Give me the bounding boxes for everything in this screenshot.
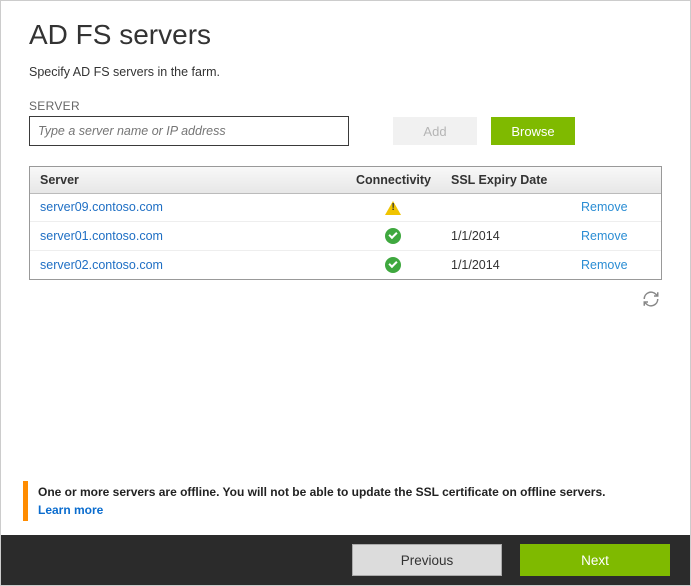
add-button: Add — [393, 117, 477, 145]
page-subtitle: Specify AD FS servers in the farm. — [29, 65, 662, 79]
table-row: server09.contoso.com Remove — [30, 194, 661, 222]
next-button[interactable]: Next — [520, 544, 670, 576]
learn-more-link[interactable]: Learn more — [38, 503, 103, 517]
server-table: Server Connectivity SSL Expiry Date serv… — [29, 166, 662, 280]
remove-link[interactable]: Remove — [581, 200, 628, 214]
table-row: server02.contoso.com 1/1/2014 Remove — [30, 250, 661, 279]
ssl-date — [441, 194, 571, 222]
server-link[interactable]: server09.contoso.com — [40, 200, 163, 214]
browse-button[interactable]: Browse — [491, 117, 575, 145]
col-header-ssl: SSL Expiry Date — [441, 167, 571, 194]
server-field-label: SERVER — [29, 99, 662, 113]
remove-link[interactable]: Remove — [581, 229, 628, 243]
refresh-icon[interactable] — [642, 290, 660, 308]
server-input[interactable] — [29, 116, 349, 146]
ssl-date: 1/1/2014 — [441, 221, 571, 250]
wizard-footer: Previous Next — [1, 535, 690, 585]
col-header-connectivity: Connectivity — [346, 167, 441, 194]
server-link[interactable]: server01.contoso.com — [40, 229, 163, 243]
page-title: AD FS servers — [29, 19, 662, 51]
server-link[interactable]: server02.contoso.com — [40, 258, 163, 272]
col-header-server: Server — [30, 167, 346, 194]
warning-icon — [385, 201, 401, 215]
alert-text: One or more servers are offline. You wil… — [38, 483, 660, 501]
table-row: server01.contoso.com 1/1/2014 Remove — [30, 221, 661, 250]
remove-link[interactable]: Remove — [581, 258, 628, 272]
ssl-date: 1/1/2014 — [441, 250, 571, 279]
warning-alert: One or more servers are offline. You wil… — [23, 481, 668, 521]
col-header-action — [571, 167, 661, 194]
check-icon — [385, 257, 401, 273]
previous-button[interactable]: Previous — [352, 544, 502, 576]
check-icon — [385, 228, 401, 244]
